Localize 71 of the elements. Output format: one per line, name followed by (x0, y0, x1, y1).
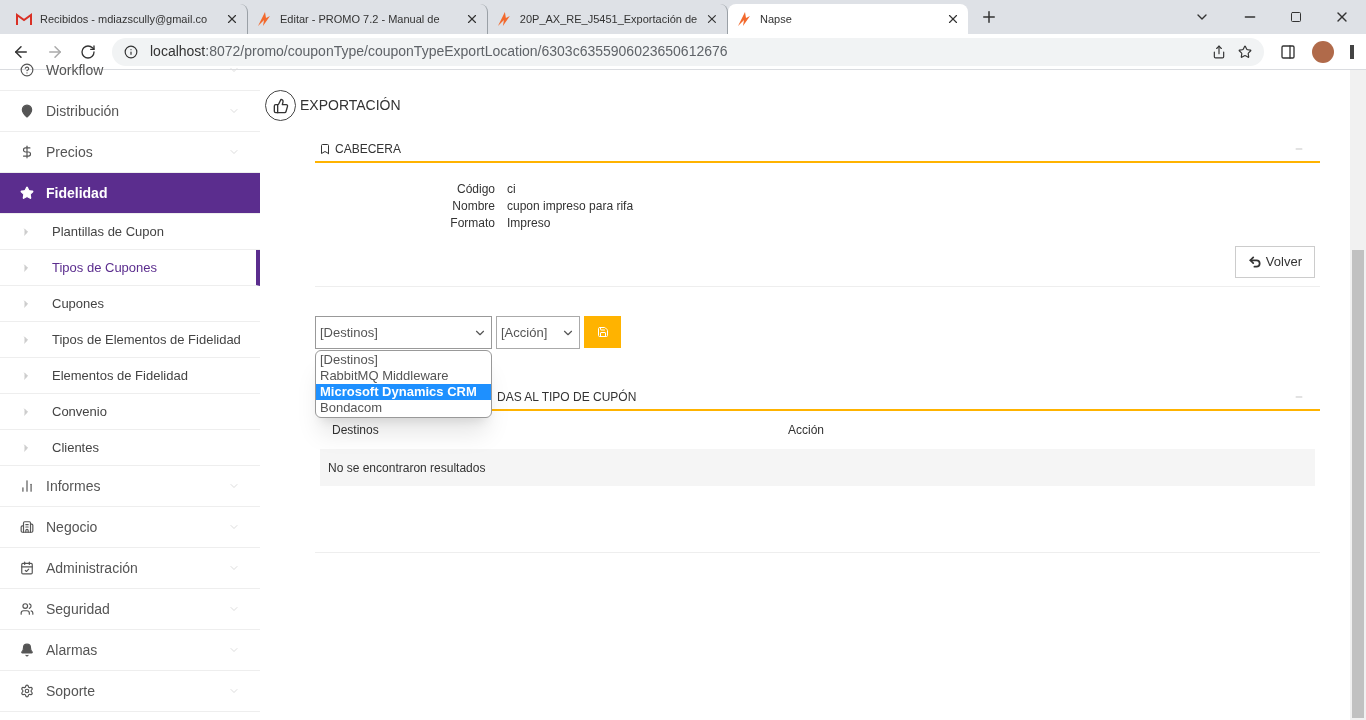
info-icon[interactable] (124, 44, 138, 59)
sidebar-item[interactable]: Negocio (0, 507, 260, 548)
field-label: Formato (449, 215, 495, 232)
tab-title: Napse (760, 11, 793, 27)
sidebar-item[interactable]: Informes (0, 466, 260, 507)
save-icon (596, 326, 609, 338)
help-icon (20, 63, 34, 77)
bookmark-star-icon[interactable] (1238, 44, 1252, 59)
column-header: Acción (788, 422, 826, 439)
star-icon (20, 186, 34, 200)
users-icon (20, 602, 34, 616)
sidebar-item[interactable]: Soporte (0, 671, 260, 712)
chart-icon (20, 479, 34, 493)
reload-icon[interactable] (80, 43, 96, 60)
sidebar-subitem[interactable]: Clientes (0, 430, 260, 466)
field-value: Impreso (507, 215, 552, 232)
sidebar-subitem[interactable]: Elementos de Fidelidad (0, 358, 260, 394)
sidebar-item[interactable]: Administración (0, 548, 260, 589)
sidebar-item[interactable]: Alarmas (0, 630, 260, 671)
bolt-logo-icon (256, 11, 272, 27)
side-panel-icon[interactable] (1280, 43, 1296, 60)
close-icon[interactable] (465, 12, 479, 26)
pin-icon (20, 104, 34, 118)
browser-tab[interactable]: Napse (728, 4, 968, 34)
bookmark-icon (319, 143, 331, 155)
dropdown-option[interactable]: [Destinos] (316, 352, 491, 368)
dollar-icon (20, 145, 34, 159)
bolt-logo-icon (496, 11, 512, 27)
avatar-icon[interactable] (1312, 40, 1334, 63)
building-icon (20, 520, 34, 534)
dropdown-option[interactable]: Bondacom (316, 400, 491, 416)
scrollbar[interactable] (1350, 70, 1366, 720)
back-button[interactable]: Volver (1234, 246, 1315, 278)
sidebar-item[interactable]: Distribución (0, 91, 260, 132)
reply-arrow-icon (1247, 255, 1262, 269)
sidebar-item[interactable]: Seguridad (0, 589, 260, 630)
destination-select[interactable]: [Destinos] (315, 316, 492, 349)
tab-title: Editar - PROMO 7.2 - Manual de (280, 11, 441, 27)
maximize-icon[interactable] (1290, 11, 1302, 23)
bell-icon (20, 643, 34, 657)
sidebar-subitem[interactable]: Tipos de Elementos de Fidelidad (0, 322, 260, 358)
address-bar[interactable]: localhost:8072/promo/couponType/couponTypeExportLocation/6303c6355906023650612676 (112, 37, 1264, 66)
tab-title: 20P_AX_RE_J5451_Exportación de (519, 11, 698, 27)
close-icon[interactable] (225, 12, 239, 26)
empty-row: No se encontraron resultados (320, 449, 1315, 486)
page-title: EXPORTACIÓN (300, 96, 401, 115)
close-icon[interactable] (946, 12, 960, 26)
section-title: DAS AL TIPO DE CUPÓN (497, 388, 638, 406)
tab-title: Recibidos - mdiazscully@gmail.co (40, 11, 209, 27)
field-value: cupon impreso para rifa (507, 198, 635, 215)
sidebar-subitem[interactable]: Convenio (0, 394, 260, 430)
action-select[interactable]: [Acción] (496, 316, 580, 349)
field-value: ci (507, 181, 517, 198)
sidebar-subitem[interactable]: Tipos de Cupones (0, 250, 260, 286)
close-icon[interactable] (705, 12, 719, 26)
sidebar-item[interactable]: Fidelidad (0, 173, 260, 214)
sidebar-subitem[interactable]: Cupones (0, 286, 260, 322)
share-icon[interactable] (1212, 44, 1226, 59)
column-header: Destinos (332, 422, 380, 439)
calendar-icon (20, 561, 34, 575)
bolt-logo-icon (736, 11, 752, 27)
browser-tab[interactable]: Editar - PROMO 7.2 - Manual de (248, 4, 488, 34)
sidebar-subitem[interactable]: Plantillas de Cupon (0, 214, 260, 250)
mail-logo-icon (16, 13, 32, 25)
new-tab-icon[interactable] (980, 8, 998, 26)
field-label: Código (455, 181, 495, 198)
dropdown-option[interactable]: RabbitMQ Middleware (316, 368, 491, 384)
browser-tab[interactable]: Recibidos - mdiazscully@gmail.co (8, 4, 248, 34)
section-title: CABECERA (335, 141, 403, 158)
gear-icon (20, 684, 34, 698)
field-label: Nombre (451, 198, 495, 215)
